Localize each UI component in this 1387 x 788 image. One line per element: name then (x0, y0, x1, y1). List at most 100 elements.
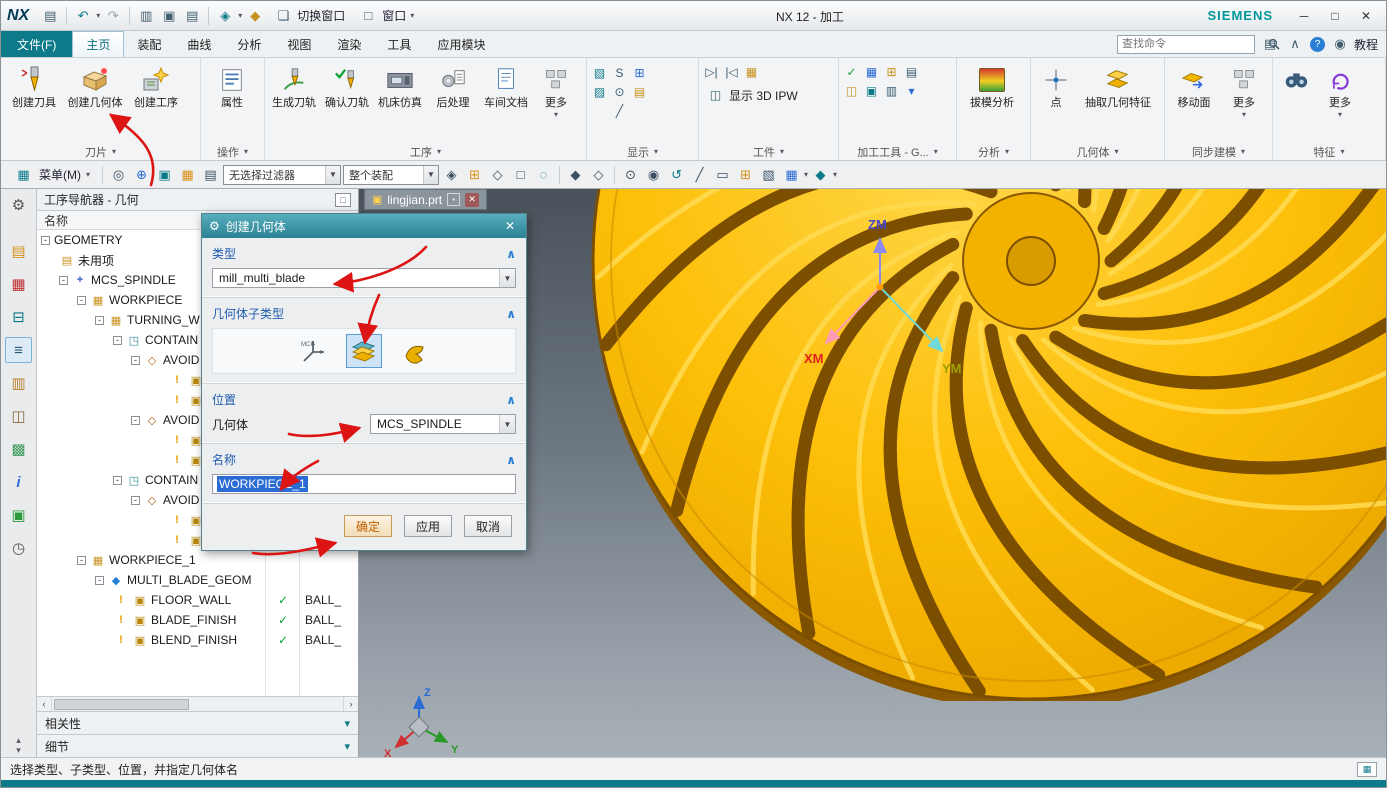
expander-icon[interactable]: - (131, 355, 140, 365)
probe-icon[interactable]: ▾ (902, 82, 921, 100)
dropdown-icon[interactable]: ▾ (238, 11, 242, 20)
constraint-navigator-icon[interactable]: ▦ (5, 271, 32, 297)
switch-window-button[interactable]: ❏ 切换窗口 (268, 4, 350, 28)
point-button[interactable]: 点 (1034, 60, 1078, 113)
render-style-icon[interactable]: ◆ (810, 164, 831, 185)
apply-button[interactable]: 应用 (404, 515, 452, 537)
tab-assembly[interactable]: 装配 (124, 31, 174, 57)
operation-more-button[interactable]: 更多 ▾ (533, 60, 579, 123)
tree-row[interactable]: ! ▣ BLADE_FINISH ✓ BALL_ (37, 610, 358, 630)
group-label[interactable]: 几何体 ▾ (1034, 143, 1161, 160)
object-display-icon[interactable]: ▨ (590, 83, 609, 101)
tool-tracking-icon[interactable]: ⊞ (882, 63, 901, 81)
verify-toolpath-button[interactable]: 确认刀轨 (321, 60, 373, 113)
scroll-right-icon[interactable]: › (343, 697, 358, 711)
expander-icon[interactable]: - (95, 575, 104, 585)
line-icon[interactable]: ╱ (610, 102, 629, 120)
fixture-icon[interactable]: ▥ (882, 82, 901, 100)
refresh-icon[interactable]: ↺ (666, 164, 687, 185)
generate-toolpath-button[interactable]: 生成刀轨 (268, 60, 320, 113)
select-edge-icon[interactable]: ▤ (200, 164, 221, 185)
hide-tool-icon[interactable]: |◁ (722, 63, 741, 81)
group-label[interactable]: 加工工具 - G... ▾ (842, 143, 953, 160)
expander-icon[interactable]: - (77, 295, 86, 305)
help-icon[interactable]: ? (1309, 36, 1325, 52)
status-window-icon[interactable]: ▦ (1357, 761, 1377, 777)
move-face-button[interactable]: 移动面 (1168, 60, 1220, 113)
collapse-icon[interactable]: ∧ (506, 393, 516, 407)
command-finder-icon[interactable]: ◈ (215, 6, 235, 26)
part-tab[interactable]: ▣ lingjian.prt ▪ ✕ (364, 189, 488, 210)
table-icon[interactable]: ⊞ (735, 164, 756, 185)
name-input[interactable]: WORKPIECE_1 (212, 474, 516, 494)
selection-box-icon[interactable]: □ (510, 164, 531, 185)
machine-library-icon[interactable]: ◫ (842, 82, 861, 100)
undock-icon[interactable]: □ (335, 192, 351, 207)
history-icon[interactable]: ◷ (5, 535, 32, 561)
part-navigator-icon[interactable]: ⊟ (5, 304, 32, 330)
zoom-icon[interactable]: ◉ (643, 164, 664, 185)
touch-mode-icon[interactable]: ◆ (245, 6, 265, 26)
workpiece-subtype-icon[interactable] (346, 334, 382, 368)
scroll-up-icon[interactable]: ▴ (16, 736, 21, 745)
dialog-close-icon[interactable]: ✕ (501, 218, 519, 234)
find-feature-button[interactable] (1276, 60, 1316, 100)
group-label[interactable]: 同步建模 ▾ (1168, 143, 1269, 160)
edit-display-icon[interactable]: ▧ (590, 64, 609, 82)
gear-icon[interactable]: ⚙ (5, 192, 32, 218)
minimize-button[interactable]: ─ (1290, 5, 1318, 27)
create-geometry-button[interactable]: 创建几何体 (65, 60, 125, 113)
workpiece-display-icon[interactable]: ▦ (742, 63, 761, 81)
zoom-fit-icon[interactable]: ⊙ (620, 164, 641, 185)
cancel-button[interactable]: 取消 (464, 515, 512, 537)
selection-scope-combo[interactable]: 整个装配 ▼ (343, 164, 440, 185)
check-tool-icon[interactable]: ✓ (842, 63, 861, 81)
spline-icon[interactable]: S (610, 64, 629, 82)
shop-documentation-button[interactable]: 车间文档 (480, 60, 532, 113)
draft-analysis-button[interactable]: 拔模分析 (960, 60, 1024, 113)
minimize-ribbon-icon[interactable]: ∧ (1285, 34, 1305, 54)
ok-button[interactable]: 确定 (344, 515, 392, 537)
show-tool-icon[interactable]: ▷| (702, 63, 721, 81)
group-label[interactable]: 操作 ▾ (204, 143, 261, 160)
tutorial-button[interactable]: ◉ 教程 (1330, 34, 1378, 54)
measure-icon[interactable]: ▭ (712, 164, 733, 185)
hd3d-tools-icon[interactable]: ▣ (5, 502, 32, 528)
create-operation-button[interactable]: 创建工序 (126, 60, 186, 113)
assembly-navigator-icon[interactable]: ▤ (5, 238, 32, 264)
undo-dropdown-icon[interactable]: ▾ (96, 11, 100, 20)
group-label[interactable]: 特征 ▾ (1276, 143, 1382, 160)
expander-icon[interactable]: - (131, 495, 140, 505)
tab-application[interactable]: 应用模块 (424, 31, 498, 57)
pencil-icon[interactable]: ╱ (689, 164, 710, 185)
tab-curve[interactable]: 曲线 (174, 31, 224, 57)
save-icon[interactable]: ▤ (40, 6, 60, 26)
circle-icon[interactable]: ⊙ (610, 83, 629, 101)
group-label[interactable]: 工件 ▾ (702, 143, 835, 160)
snap-point-icon[interactable]: ⊕ (131, 164, 152, 185)
tab-home[interactable]: 主页 (72, 31, 125, 57)
window-menu-button[interactable]: □ 窗口 ▾ (353, 4, 419, 28)
collapse-icon[interactable]: ∧ (506, 247, 516, 261)
layer-icon[interactable]: ▤ (630, 83, 649, 101)
close-button[interactable]: ✕ (1352, 5, 1380, 27)
feature-more-button[interactable]: 更多 ▾ (1317, 60, 1363, 123)
wireframe-view-icon[interactable]: ◇ (588, 164, 609, 185)
dialog-titlebar[interactable]: ⚙ 创建几何体 ✕ (202, 214, 526, 238)
search-input[interactable] (1117, 38, 1268, 50)
layers-icon[interactable]: ▧ (758, 164, 779, 185)
postprocess-button[interactable]: 后处理 (427, 60, 479, 113)
type-combo[interactable]: mill_multi_blade ▼ (212, 268, 516, 288)
horizontal-scrollbar[interactable]: ‹ › (37, 696, 358, 711)
collapse-icon[interactable]: ∧ (506, 307, 516, 321)
tree-row[interactable]: - ◆ MULTI_BLADE_GEOM (37, 570, 358, 590)
select-all-icon[interactable]: ⊞ (464, 164, 485, 185)
group-label[interactable]: 工序 ▾ (268, 143, 583, 160)
machine-tool-navigator-icon[interactable]: ▥ (5, 370, 32, 396)
wcs-csys[interactable]: ZM XM YM (796, 215, 1006, 390)
select-body-icon[interactable]: ▦ (177, 164, 198, 185)
lasso-icon[interactable]: ◌ (533, 164, 554, 185)
close-tab-icon[interactable]: ✕ (465, 192, 480, 207)
tree-row[interactable]: ! ▣ FLOOR_WALL ✓ BALL_ (37, 590, 358, 610)
machine-simulation-button[interactable]: 机床仿真 (374, 60, 426, 113)
